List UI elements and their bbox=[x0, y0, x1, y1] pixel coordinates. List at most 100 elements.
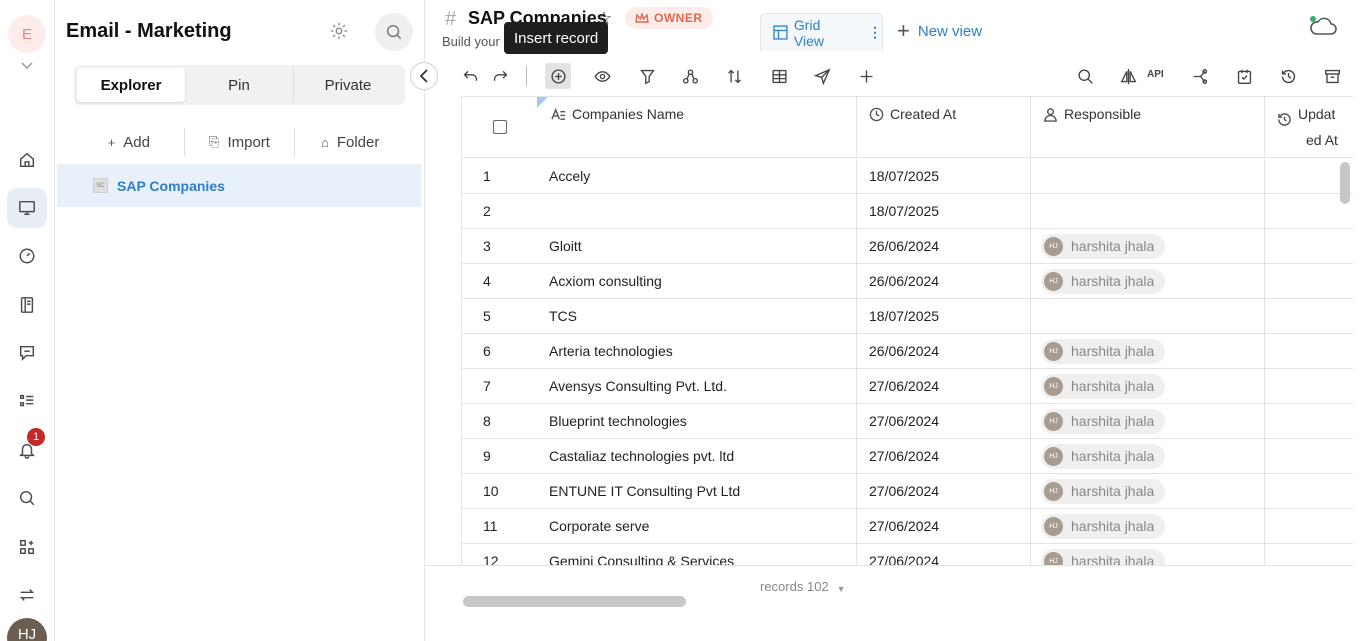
chevron-down-icon[interactable] bbox=[18, 58, 36, 74]
cell-companies-name[interactable]: Arteria technologies bbox=[537, 334, 857, 368]
cell-responsible[interactable]: HJ harshita jhala bbox=[1031, 474, 1265, 508]
cell-companies-name[interactable]: Avensys Consulting Pvt. Ltd. bbox=[537, 369, 857, 403]
cell-created-at[interactable]: 27/06/2024 bbox=[857, 474, 1031, 508]
insert-record-icon[interactable] bbox=[545, 63, 571, 89]
redo-icon[interactable] bbox=[488, 64, 512, 88]
history-icon[interactable] bbox=[1276, 64, 1300, 88]
list-icon[interactable] bbox=[7, 381, 47, 421]
swap-icon[interactable] bbox=[7, 575, 47, 615]
cell-companies-name[interactable]: Acxiom consulting bbox=[537, 264, 857, 298]
records-count[interactable]: records 102 ▼ bbox=[760, 579, 846, 594]
api-icon[interactable]: API bbox=[1147, 69, 1164, 80]
compare-icon[interactable] bbox=[1116, 64, 1140, 88]
table-row[interactable]: 1 Accely 18/07/2025 bbox=[462, 159, 1353, 194]
user-chip[interactable]: HJ harshita jhala bbox=[1041, 268, 1166, 294]
gauge-icon[interactable] bbox=[7, 236, 47, 276]
desktop-icon[interactable] bbox=[7, 188, 47, 228]
cloud-sync-icon[interactable] bbox=[1308, 15, 1338, 42]
cell-responsible[interactable]: HJ harshita jhala bbox=[1031, 544, 1265, 565]
table-row[interactable]: 3 Gloitt 26/06/2024 HJ harshita jhala bbox=[462, 229, 1353, 264]
cell-updated-at[interactable] bbox=[1265, 509, 1353, 543]
user-chip[interactable]: HJ harshita jhala bbox=[1041, 408, 1166, 434]
user-chip[interactable]: HJ harshita jhala bbox=[1041, 443, 1166, 469]
table-row[interactable]: 6 Arteria technologies 26/06/2024 HJ harshit… bbox=[462, 334, 1353, 369]
sidebar-search-icon[interactable] bbox=[375, 13, 413, 51]
tab-pin[interactable]: Pin bbox=[185, 68, 294, 102]
cell-responsible[interactable] bbox=[1031, 194, 1265, 228]
select-all-checkbox[interactable] bbox=[493, 120, 507, 134]
user-chip[interactable]: HJ harshita jhala bbox=[1041, 373, 1166, 399]
kebab-icon[interactable]: ⋮ bbox=[868, 24, 882, 41]
undo-icon[interactable] bbox=[458, 64, 482, 88]
cell-responsible[interactable] bbox=[1031, 299, 1265, 333]
user-chip[interactable]: HJ harshita jhala bbox=[1041, 513, 1166, 539]
cell-created-at[interactable]: 27/06/2024 bbox=[857, 509, 1031, 543]
cell-companies-name[interactable]: Accely bbox=[537, 159, 857, 193]
cell-created-at[interactable]: 27/06/2024 bbox=[857, 369, 1031, 403]
cell-created-at[interactable]: 18/07/2025 bbox=[857, 299, 1031, 333]
sort-icon[interactable] bbox=[722, 64, 746, 88]
cell-created-at[interactable]: 27/06/2024 bbox=[857, 404, 1031, 438]
user-chip[interactable]: HJ harshita jhala bbox=[1041, 548, 1166, 565]
search-icon[interactable] bbox=[7, 478, 47, 518]
cell-responsible[interactable]: HJ harshita jhala bbox=[1031, 509, 1265, 543]
cell-companies-name[interactable]: Blueprint technologies bbox=[537, 404, 857, 438]
cell-created-at[interactable]: 27/06/2024 bbox=[857, 439, 1031, 473]
cell-responsible[interactable]: HJ harshita jhala bbox=[1031, 369, 1265, 403]
cell-created-at[interactable]: 26/06/2024 bbox=[857, 264, 1031, 298]
cell-created-at[interactable]: 26/06/2024 bbox=[857, 229, 1031, 263]
tree-item-sap-companies[interactable]: SC SAP Companies bbox=[57, 164, 421, 207]
table-row[interactable]: 8 Blueprint technologies 27/06/2024 HJ harsh… bbox=[462, 404, 1353, 439]
cell-updated-at[interactable] bbox=[1265, 229, 1353, 263]
gear-icon[interactable] bbox=[329, 21, 351, 43]
collapse-sidebar-button[interactable] bbox=[410, 62, 438, 90]
vertical-scrollbar[interactable] bbox=[1340, 162, 1350, 204]
group-icon[interactable] bbox=[678, 64, 702, 88]
table-row[interactable]: 10 ENTUNE IT Consulting Pvt Ltd 27/06/2024… bbox=[462, 474, 1353, 509]
cell-responsible[interactable] bbox=[1031, 159, 1265, 193]
cell-companies-name[interactable] bbox=[537, 194, 857, 228]
tab-grid-view[interactable]: Grid View ⋮ bbox=[760, 13, 883, 51]
cell-updated-at[interactable] bbox=[1265, 474, 1353, 508]
filter-icon[interactable] bbox=[635, 64, 659, 88]
table-row[interactable]: 12 Gemini Consulting & Services 27/06/2024… bbox=[462, 544, 1353, 565]
user-chip[interactable]: HJ harshita jhala bbox=[1041, 338, 1166, 364]
column-header-created-at[interactable]: Created At bbox=[857, 97, 1031, 158]
user-chip[interactable]: HJ harshita jhala bbox=[1041, 478, 1166, 504]
send-icon[interactable] bbox=[810, 64, 834, 88]
eye-icon[interactable] bbox=[590, 64, 614, 88]
table-description[interactable]: Build your bbox=[442, 34, 500, 49]
cell-companies-name[interactable]: Gloitt bbox=[537, 229, 857, 263]
user-chip[interactable]: HJ harshita jhala bbox=[1041, 233, 1166, 259]
book-icon[interactable] bbox=[7, 285, 47, 325]
table-row[interactable]: 4 Acxiom consulting 26/06/2024 HJ harshita j… bbox=[462, 264, 1353, 299]
tab-explorer[interactable]: Explorer bbox=[77, 68, 185, 102]
cell-responsible[interactable]: HJ harshita jhala bbox=[1031, 334, 1265, 368]
cell-responsible[interactable]: HJ harshita jhala bbox=[1031, 439, 1265, 473]
add-button[interactable]: + Add bbox=[74, 128, 185, 156]
archive-icon[interactable] bbox=[1320, 64, 1344, 88]
folder-button[interactable]: ⌂ Folder bbox=[295, 128, 405, 156]
cell-created-at[interactable]: 18/07/2025 bbox=[857, 194, 1031, 228]
table-row[interactable]: 5 TCS 18/07/2025 bbox=[462, 299, 1353, 334]
cell-updated-at[interactable] bbox=[1265, 264, 1353, 298]
table-row[interactable]: 2 18/07/2025 bbox=[462, 194, 1353, 229]
column-header-updated-at[interactable]: Updat ed At bbox=[1265, 97, 1353, 158]
cell-companies-name[interactable]: Corporate serve bbox=[537, 509, 857, 543]
cell-created-at[interactable]: 18/07/2025 bbox=[857, 159, 1031, 193]
table-row[interactable]: 9 Castaliaz technologies pvt. ltd 27/06/20… bbox=[462, 439, 1353, 474]
calendar-icon[interactable] bbox=[1232, 64, 1256, 88]
layout-icon[interactable] bbox=[767, 64, 791, 88]
horizontal-scrollbar[interactable] bbox=[463, 596, 686, 607]
column-header-responsible[interactable]: Responsible bbox=[1031, 97, 1265, 158]
share-icon[interactable] bbox=[1188, 64, 1212, 88]
add-field-icon[interactable] bbox=[854, 64, 878, 88]
cell-updated-at[interactable] bbox=[1265, 544, 1353, 565]
table-row[interactable]: 11 Corporate serve 27/06/2024 HJ harshita jh… bbox=[462, 509, 1353, 544]
cell-updated-at[interactable] bbox=[1265, 299, 1353, 333]
user-avatar[interactable]: HJ bbox=[7, 618, 47, 641]
tab-private[interactable]: Private bbox=[294, 68, 402, 102]
cell-responsible[interactable]: HJ harshita jhala bbox=[1031, 229, 1265, 263]
search-icon[interactable] bbox=[1073, 64, 1097, 88]
import-button[interactable]: ⎘ Import bbox=[185, 128, 296, 156]
